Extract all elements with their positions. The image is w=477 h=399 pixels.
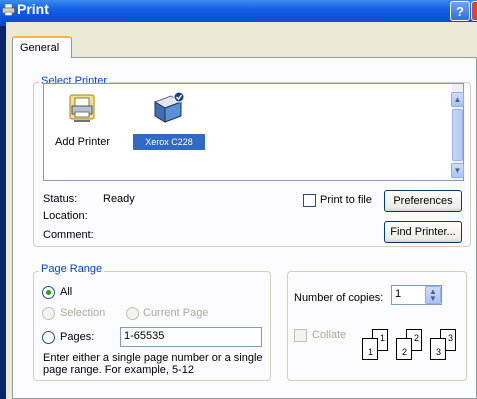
- current-page-label[interactable]: Current Page: [143, 307, 208, 319]
- collate-illustration: 1 1 2 2 3 3: [362, 329, 462, 363]
- print-to-file-label[interactable]: Print to file: [320, 194, 372, 206]
- collate-page-front: 2: [396, 338, 412, 360]
- list-item-add-printer[interactable]: Add Printer: [50, 92, 120, 152]
- status-value: Ready: [103, 193, 135, 205]
- collate-page-front: 1: [362, 338, 378, 360]
- help-button[interactable]: ?: [450, 1, 470, 21]
- collate-label[interactable]: Collate: [312, 329, 346, 341]
- preferences-button[interactable]: Preferences: [384, 190, 462, 212]
- page-range-legend: Page Range: [39, 263, 105, 275]
- selection-label[interactable]: Selection: [60, 307, 105, 319]
- close-button[interactable]: [471, 1, 477, 21]
- current-page-radio[interactable]: [126, 307, 139, 320]
- collate-page-front: 3: [430, 338, 446, 360]
- location-label: Location:: [43, 210, 88, 222]
- pages-label[interactable]: Pages:: [60, 331, 94, 343]
- scroll-down-button[interactable]: ▼: [451, 163, 464, 178]
- number-of-copies-label: Number of copies:: [294, 292, 384, 304]
- pages-radio[interactable]: [42, 331, 55, 344]
- window-title: Print: [17, 1, 49, 17]
- pages-input[interactable]: 1-65535: [120, 327, 262, 347]
- collate-checkbox[interactable]: [294, 329, 307, 342]
- list-item-xerox-c228[interactable]: Xerox C228: [133, 92, 205, 152]
- chevron-down-icon: ▼: [453, 166, 462, 175]
- find-printer-button[interactable]: Find Printer...: [384, 221, 462, 243]
- network-printer-icon: [153, 92, 185, 123]
- add-printer-label: Add Printer: [55, 136, 111, 148]
- printer-icon: [2, 4, 15, 16]
- all-radio[interactable]: [42, 286, 55, 299]
- xerox-c228-label: Xerox C228: [133, 134, 205, 150]
- all-label[interactable]: All: [60, 286, 72, 298]
- chevron-down-icon: ▼: [429, 294, 437, 303]
- comment-label: Comment:: [43, 229, 94, 241]
- scroll-up-button[interactable]: ▲: [451, 92, 464, 107]
- print-to-file-checkbox[interactable]: [303, 194, 316, 207]
- tab-general[interactable]: General: [12, 36, 72, 58]
- copies-spinner[interactable]: ▲ ▼: [425, 286, 441, 304]
- add-printer-icon: [69, 94, 95, 122]
- status-label: Status:: [43, 193, 78, 205]
- selection-radio[interactable]: [42, 307, 55, 320]
- chevron-up-icon: ▲: [453, 95, 462, 104]
- scroll-thumb[interactable]: [452, 109, 463, 161]
- page-range-hint: Enter either a single page number or a s…: [43, 352, 263, 376]
